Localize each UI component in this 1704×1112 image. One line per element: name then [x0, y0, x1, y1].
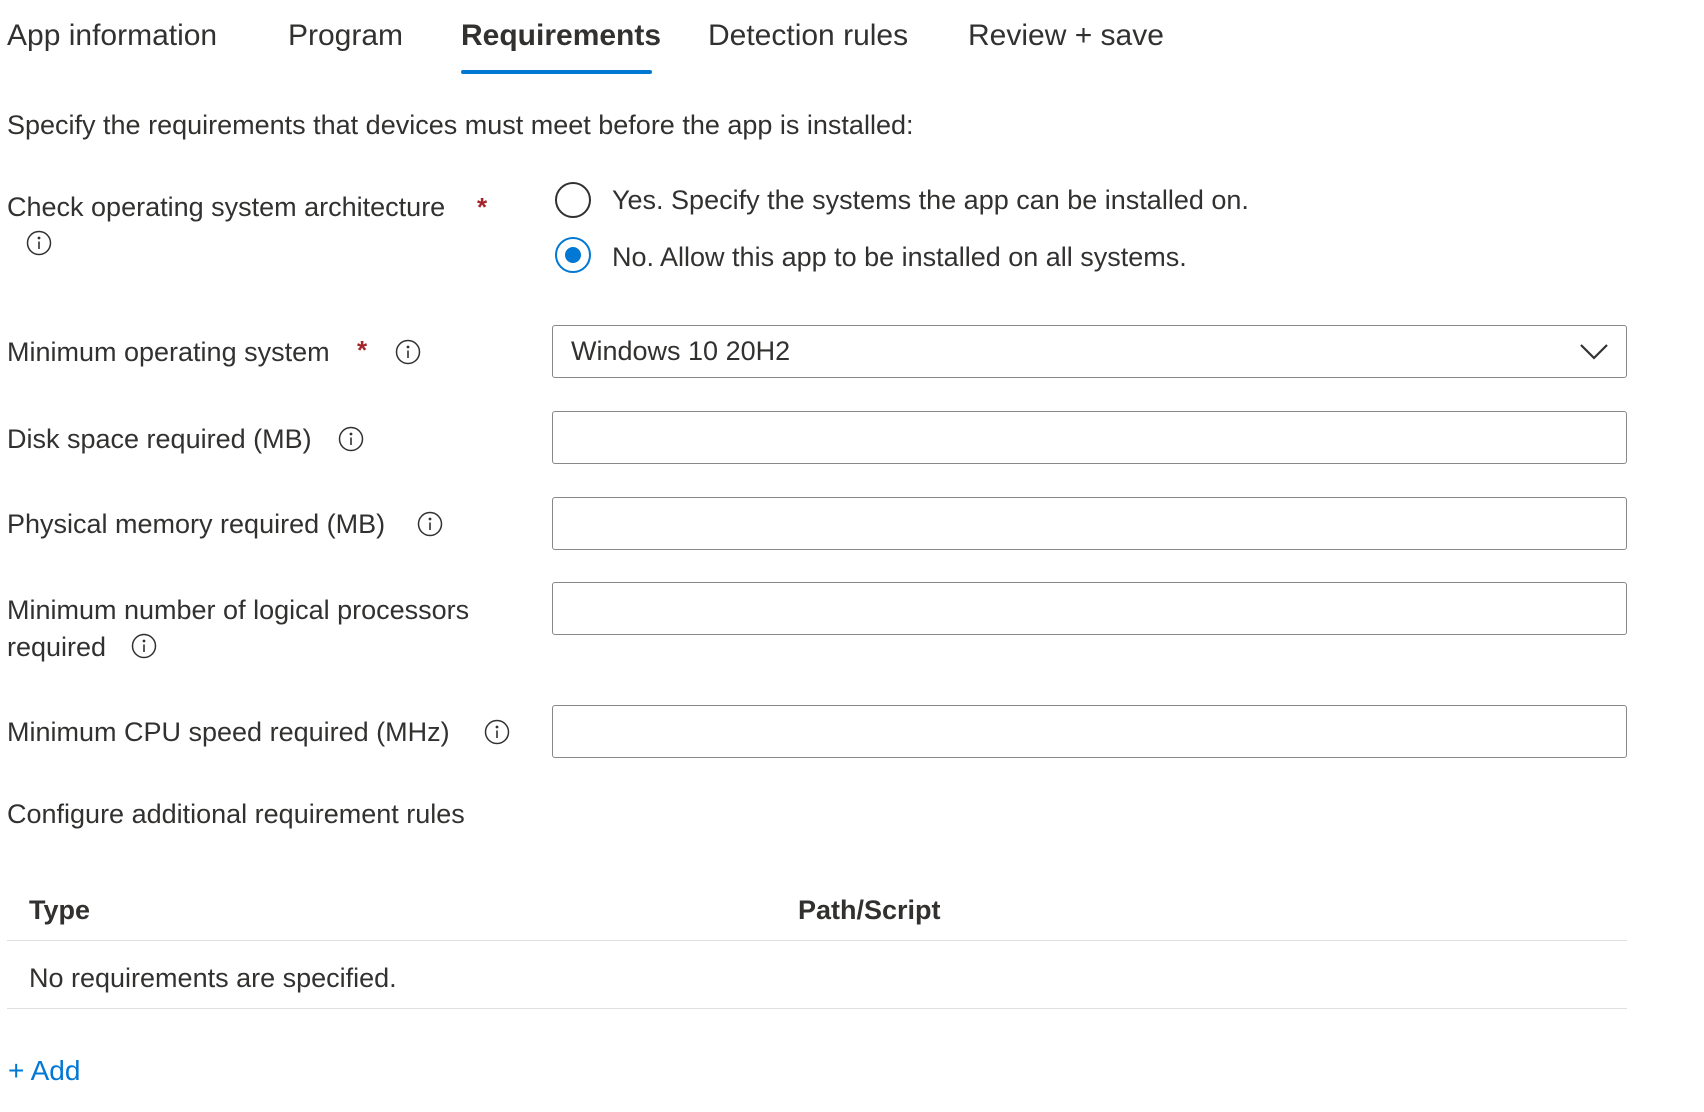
architecture-no-radio[interactable]: [555, 237, 591, 273]
min-os-dropdown[interactable]: Windows 10 20H2: [552, 325, 1627, 378]
info-icon[interactable]: [131, 633, 157, 659]
architecture-yes-label[interactable]: Yes. Specify the systems the app can be …: [612, 182, 1249, 218]
disk-space-input[interactable]: [552, 411, 1627, 464]
table-header-divider: [7, 940, 1627, 941]
tab-app-information[interactable]: App information: [7, 16, 217, 56]
architecture-yes-radio[interactable]: [555, 182, 591, 218]
architecture-label: Check operating system architecture: [7, 192, 446, 222]
cpu-speed-input[interactable]: [552, 705, 1627, 758]
required-marker: *: [357, 335, 368, 365]
cpu-speed-label: Minimum CPU speed required (MHz): [7, 717, 450, 747]
physical-memory-label: Physical memory required (MB): [7, 509, 386, 539]
info-icon[interactable]: [26, 230, 52, 256]
logical-processors-label: Minimum number of logical processors: [7, 595, 470, 625]
column-header-type: Type: [29, 895, 91, 925]
info-icon[interactable]: [417, 511, 443, 537]
physical-memory-input[interactable]: [552, 497, 1627, 550]
info-icon[interactable]: [484, 719, 510, 745]
column-header-path-script: Path/Script: [798, 895, 941, 925]
required-marker: *: [477, 192, 488, 222]
logical-processors-input[interactable]: [552, 582, 1627, 635]
tab-detection-rules[interactable]: Detection rules: [708, 16, 908, 56]
chevron-down-icon: [1580, 344, 1608, 360]
info-icon[interactable]: [338, 426, 364, 452]
architecture-no-label[interactable]: No. Allow this app to be installed on al…: [612, 239, 1187, 275]
active-tab-indicator: [461, 70, 652, 74]
table-bottom-divider: [7, 1008, 1627, 1009]
additional-rules-heading: Configure additional requirement rules: [7, 799, 465, 829]
empty-table-message: No requirements are specified.: [29, 963, 397, 993]
tab-program[interactable]: Program: [288, 16, 403, 56]
requirements-page: App information Program Requirements Det…: [0, 0, 1704, 1112]
info-icon[interactable]: [395, 339, 421, 365]
intro-text: Specify the requirements that devices mu…: [7, 110, 914, 140]
add-requirement-link[interactable]: + Add: [8, 1053, 80, 1089]
logical-processors-label-line2: required: [7, 632, 107, 662]
min-os-selected-value: Windows 10 20H2: [571, 336, 791, 366]
tab-requirements[interactable]: Requirements: [461, 16, 661, 56]
min-os-label: Minimum operating system: [7, 337, 330, 367]
tab-review-save[interactable]: Review + save: [968, 16, 1164, 56]
disk-space-label: Disk space required (MB): [7, 424, 312, 454]
